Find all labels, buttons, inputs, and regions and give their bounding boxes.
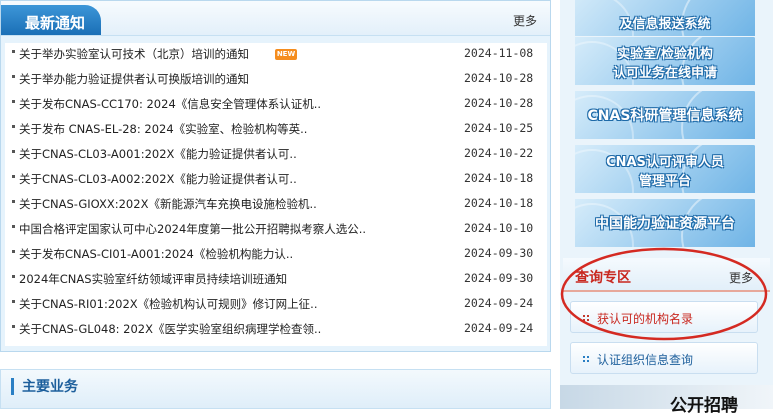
notice-item-title[interactable]: 关于发布CNAS-CC170: 2024《信息安全管理体系认证机.. xyxy=(19,96,321,112)
query-more-link[interactable]: 更多 xyxy=(729,269,753,286)
notice-item-date: 2024-10-28 xyxy=(464,71,534,85)
notice-item-title[interactable]: 中国合格评定国家认可中心2024年度第一批公开招聘拟考察人选公.. xyxy=(19,221,366,237)
section-bar-icon xyxy=(11,378,14,395)
notice-item[interactable]: 关于CNAS-CL03-A002:202X《能力验证提供者认可.. 2024-1… xyxy=(5,168,547,192)
bullet-icon xyxy=(12,75,15,78)
banner-reporting-system[interactable]: 及信息报送系统 xyxy=(575,0,755,36)
banner-online-application[interactable]: 实验室/检验机构 认可业务在线申请 xyxy=(575,37,755,85)
notice-item[interactable]: 关于CNAS-CL03-A001:202X《能力验证提供者认可.. 2024-1… xyxy=(5,143,547,167)
bullet-icon xyxy=(12,250,15,253)
notice-item-date: 2024-10-18 xyxy=(464,196,534,210)
banner-label: 实验室/检验机构 xyxy=(617,47,713,62)
notice-item[interactable]: 关于举办实验室认可技术（北京）培训的通知 NEW 2024-11-08 xyxy=(5,43,547,67)
banner-label: 中国能力验证资源平台 xyxy=(595,216,735,232)
notice-item-title[interactable]: 关于发布CNAS-CI01-A001:2024《检验机构能力认.. xyxy=(19,246,293,262)
notice-item-title[interactable]: 关于CNAS-CL03-A001:202X《能力验证提供者认可.. xyxy=(19,146,297,162)
banner-label: CNAS科研管理信息系统 xyxy=(587,108,743,124)
bullet-icon xyxy=(12,175,15,178)
grid-icon xyxy=(583,356,589,362)
main-business-header: 主要业务 xyxy=(0,369,551,409)
notice-item-title[interactable]: 关于CNAS-RI01:202X《检验机构认可规则》修订网上征.. xyxy=(19,296,317,312)
notice-item[interactable]: 2024年CNAS实验室纤纺领域评审员持续培训班通知 2024-09-30 xyxy=(5,268,547,292)
bullet-icon xyxy=(12,225,15,228)
notice-item-title[interactable]: 关于CNAS-GL048: 202X《医学实验室组织病理学检查领.. xyxy=(19,321,321,337)
bullet-icon xyxy=(12,325,15,328)
notice-item[interactable]: 关于CNAS-GIOXX:202X《新能源汽车充换电设施检验机.. 2024-1… xyxy=(5,193,547,217)
notice-list: 关于举办实验室认可技术（北京）培训的通知 NEW 2024-11-08 关于举办… xyxy=(5,43,547,346)
query-button-label: 认证组织信息查询 xyxy=(597,353,694,367)
notice-item-title[interactable]: 关于举办实验室认可技术（北京）培训的通知 xyxy=(19,46,249,62)
notice-item[interactable]: 关于CNAS-RI01:202X《检验机构认可规则》修订网上征.. 2024-0… xyxy=(5,293,547,317)
notice-item-date: 2024-09-30 xyxy=(464,271,534,285)
query-zone-title: 查询专区 xyxy=(575,270,631,286)
bullet-icon xyxy=(12,150,15,153)
notice-item-date: 2024-09-24 xyxy=(464,296,534,310)
bullet-icon xyxy=(12,300,15,303)
notice-item[interactable]: 中国合格评定国家认可中心2024年度第一批公开招聘拟考察人选公.. 2024-1… xyxy=(5,218,547,242)
notice-item[interactable]: 关于发布 CNAS-EL-28: 2024《实验室、检验机构等英.. 2024-… xyxy=(5,118,547,142)
accredited-org-list-button[interactable]: 获认可的机构名录 xyxy=(570,301,758,333)
notice-item-date: 2024-10-22 xyxy=(464,146,534,160)
query-zone-header: 查询专区 更多 xyxy=(563,258,770,292)
notice-item-title[interactable]: 关于举办能力验证提供者认可换版培训的通知 xyxy=(19,71,249,87)
grid-icon xyxy=(583,315,589,321)
bullet-icon xyxy=(12,275,15,278)
banner-proficiency-platform[interactable]: 中国能力验证资源平台 xyxy=(575,199,755,247)
notice-item-title[interactable]: 关于CNAS-GIOXX:202X《新能源汽车充换电设施检验机.. xyxy=(19,196,317,212)
query-button-label: 获认可的机构名录 xyxy=(597,312,694,326)
notice-item-date: 2024-10-18 xyxy=(464,171,534,185)
recruitment-banner[interactable]: 公开招聘 xyxy=(560,385,773,416)
latest-notice-panel: 最新通知 更多 关于举办实验室认可技术（北京）培训的通知 NEW 2024-11… xyxy=(0,0,551,352)
bullet-icon xyxy=(12,100,15,103)
banner-label: CNAS认可评审人员 xyxy=(606,155,724,170)
notice-item[interactable]: 关于发布CNAS-CC170: 2024《信息安全管理体系认证机.. 2024-… xyxy=(5,93,547,117)
banner-label: 认可业务在线申请 xyxy=(612,66,717,81)
notice-item-date: 2024-10-28 xyxy=(464,96,534,110)
notice-item-date: 2024-09-30 xyxy=(464,246,534,260)
notice-item-date: 2024-11-08 xyxy=(464,46,534,60)
notice-header: 最新通知 更多 xyxy=(1,1,550,36)
notice-item-date: 2024-10-10 xyxy=(464,221,534,235)
banner-assessor-platform[interactable]: CNAS认可评审人员 管理平台 xyxy=(575,145,755,193)
bullet-icon xyxy=(12,125,15,128)
notice-tab: 最新通知 xyxy=(1,5,101,35)
banner-label: 及信息报送系统 xyxy=(619,17,711,32)
bullet-icon xyxy=(12,50,15,53)
new-badge: NEW xyxy=(275,49,297,60)
notice-item-title[interactable]: 2024年CNAS实验室纤纺领域评审员持续培训班通知 xyxy=(19,271,287,287)
bullet-icon xyxy=(12,200,15,203)
banner-label: 管理平台 xyxy=(638,174,691,189)
recruitment-text: 公开招聘 xyxy=(670,396,738,416)
notice-title: 最新通知 xyxy=(25,14,86,32)
notice-item-title[interactable]: 关于发布 CNAS-EL-28: 2024《实验室、检验机构等英.. xyxy=(19,121,307,137)
main-business-title: 主要业务 xyxy=(22,379,78,395)
notice-item-date: 2024-10-25 xyxy=(464,121,534,135)
banner-research-system[interactable]: CNAS科研管理信息系统 xyxy=(575,91,755,139)
notice-item-date: 2024-09-24 xyxy=(464,321,534,335)
notice-item[interactable]: 关于发布CNAS-CI01-A001:2024《检验机构能力认.. 2024-0… xyxy=(5,243,547,267)
notice-item[interactable]: 关于CNAS-GL048: 202X《医学实验室组织病理学检查领.. 2024-… xyxy=(5,318,547,342)
notice-item[interactable]: 关于举办能力验证提供者认可换版培训的通知 2024-10-28 xyxy=(5,68,547,92)
right-sidebar: 及信息报送系统 实验室/检验机构 认可业务在线申请 CNAS科研管理信息系统 C… xyxy=(560,0,773,416)
notice-item-title[interactable]: 关于CNAS-CL03-A002:202X《能力验证提供者认可.. xyxy=(19,171,297,187)
notice-more-link[interactable]: 更多 xyxy=(513,12,537,29)
cert-org-query-button[interactable]: 认证组织信息查询 xyxy=(570,342,758,374)
